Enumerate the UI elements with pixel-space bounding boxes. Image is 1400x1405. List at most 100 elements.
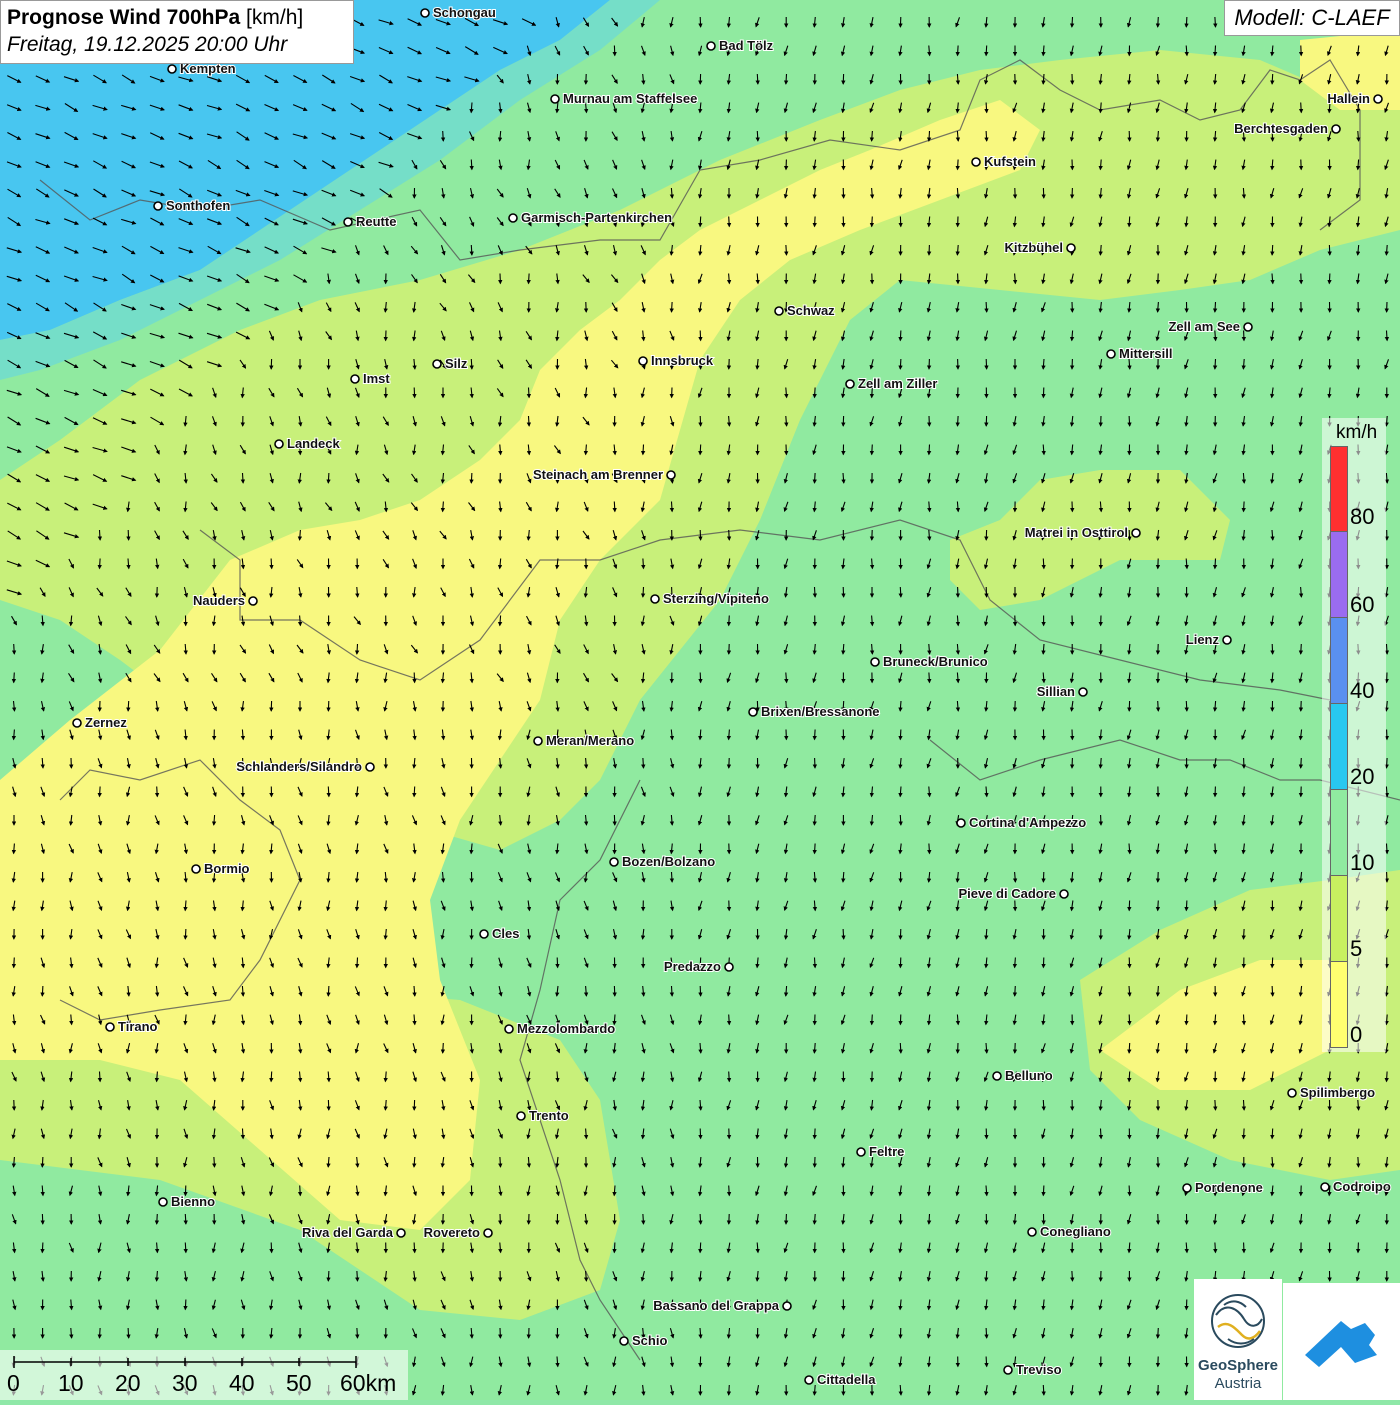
wind-map: SchongauKemptenBad TölzMurnau am Staffel… <box>0 0 1400 1400</box>
city-schlanders-silandro: Schlanders/Silandro <box>236 759 374 774</box>
wind-arrow <box>1387 758 1388 768</box>
city-label: Bienno <box>171 1194 215 1209</box>
city-pieve-di-cadore: Pieve di Cadore <box>958 886 1068 901</box>
wind-arrow <box>1129 1072 1130 1082</box>
city-marker-icon <box>397 1229 405 1237</box>
wind-arrow <box>1215 17 1216 27</box>
city-marker-icon <box>1132 529 1140 537</box>
title-main: Prognose Wind 700hPa <box>7 6 240 29</box>
wind-arrow <box>1129 217 1130 227</box>
city-label: Hallein <box>1327 91 1370 106</box>
legend-label-5: 5 <box>1350 936 1362 962</box>
city-label: Nauders <box>193 593 245 608</box>
wind-arrow <box>786 74 787 84</box>
city-marker-icon <box>1332 125 1340 133</box>
city-marker-icon <box>1060 890 1068 898</box>
city-label: Sonthofen <box>166 198 230 213</box>
app-logo[interactable] <box>1283 1283 1400 1400</box>
wind-arrow <box>1244 1015 1245 1025</box>
city-marker-icon <box>275 440 283 448</box>
wind-arrow <box>729 616 730 626</box>
city-label: Cittadella <box>817 1372 876 1387</box>
wind-arrow <box>643 758 644 768</box>
wind-arrow <box>700 445 701 455</box>
wind-arrow <box>1272 986 1273 996</box>
wind-arrow <box>1244 502 1245 512</box>
wind-arrow <box>414 1243 415 1253</box>
wind-arrow <box>1186 1043 1187 1053</box>
wind-arrow <box>157 1214 158 1224</box>
city-label: Murnau am Staffelsee <box>563 91 697 106</box>
wind-arrow <box>900 1043 901 1053</box>
city-marker-icon <box>805 1376 813 1384</box>
forecast-datetime: Freitag, 19.12.2025 20:00 Uhr <box>7 31 347 58</box>
wind-arrow <box>986 103 987 113</box>
city-marker-icon <box>707 42 715 50</box>
city-label: Bassano del Grappa <box>653 1298 779 1313</box>
wind-arrow <box>271 559 272 569</box>
wind-arrow <box>872 445 873 455</box>
wind-arrow <box>1215 1100 1216 1110</box>
city-marker-icon <box>857 1148 865 1156</box>
city-sterzing-vipiteno: Sterzing/Vipiteno <box>651 591 769 606</box>
legend-label-20: 20 <box>1350 764 1374 790</box>
city-marker-icon <box>106 1023 114 1031</box>
city-garmisch-partenkirchen: Garmisch-Partenkirchen <box>509 210 672 225</box>
city-sonthofen: Sonthofen <box>154 198 230 213</box>
city-label: Treviso <box>1016 1362 1062 1377</box>
wind-arrow <box>1158 701 1159 711</box>
city-marker-icon <box>1067 244 1075 252</box>
wind-arrow <box>986 302 987 312</box>
wind-arrow <box>729 530 730 540</box>
wind-arrow <box>958 416 959 426</box>
wind-arrow <box>815 587 816 597</box>
city-label: Bruneck/Brunico <box>883 654 988 669</box>
city-riva-del-garda: Riva del Garda <box>302 1225 405 1240</box>
wind-arrow <box>100 559 101 569</box>
city-bozen-bolzano: Bozen/Bolzano <box>610 854 715 869</box>
city-label: Kufstein <box>984 154 1036 169</box>
city-steinach-am-brenner: Steinach am Brenner <box>533 467 675 482</box>
wind-arrow <box>529 274 530 284</box>
wind-arrow <box>614 1243 615 1253</box>
city-mezzolombardo: Mezzolombardo <box>505 1021 615 1036</box>
wind-arrow <box>643 559 644 569</box>
wind-arrow <box>672 502 673 512</box>
wind-arrow <box>1244 929 1245 939</box>
wind-arrow <box>42 1243 43 1253</box>
city-marker-icon <box>725 963 733 971</box>
wind-arrow <box>900 815 901 825</box>
city-conegliano: Conegliano <box>1028 1224 1111 1239</box>
city-marker-icon <box>351 375 359 383</box>
city-label: Innsbruck <box>651 353 714 368</box>
city-label: Mezzolombardo <box>517 1021 615 1036</box>
city-label: Feltre <box>869 1144 904 1159</box>
wind-arrow <box>1186 17 1187 27</box>
wind-arrow <box>471 245 472 255</box>
legend-unit: km/h <box>1336 422 1377 444</box>
wind-arrow <box>672 872 673 882</box>
wind-arrow <box>929 131 930 141</box>
city-label: Schwaz <box>787 303 835 318</box>
city-label: Tirano <box>118 1019 158 1034</box>
city-label: Lienz <box>1186 632 1220 647</box>
wind-arrow <box>872 1015 873 1025</box>
city-marker-icon <box>972 158 980 166</box>
city-marker-icon <box>1288 1089 1296 1097</box>
wind-arrow <box>1387 1072 1388 1082</box>
wind-arrow <box>1215 1243 1216 1253</box>
city-label: Bad Tölz <box>719 38 774 53</box>
wind-arrow <box>986 1328 987 1338</box>
wind-arrow <box>1129 416 1130 426</box>
wind-arrow <box>643 445 644 455</box>
wind-arrow <box>1043 1186 1044 1196</box>
wind-arrow <box>729 1015 730 1025</box>
geosphere-logo[interactable]: GeoSphere Austria <box>1194 1279 1282 1400</box>
wind-arrow <box>443 131 444 141</box>
legend-label-0: 0 <box>1350 1022 1362 1048</box>
city-marker-icon <box>433 360 441 368</box>
city-marker-icon <box>168 65 176 73</box>
wind-arrow <box>815 1129 816 1139</box>
logo-country: Austria <box>1194 1375 1282 1392</box>
wind-arrow <box>529 388 530 398</box>
